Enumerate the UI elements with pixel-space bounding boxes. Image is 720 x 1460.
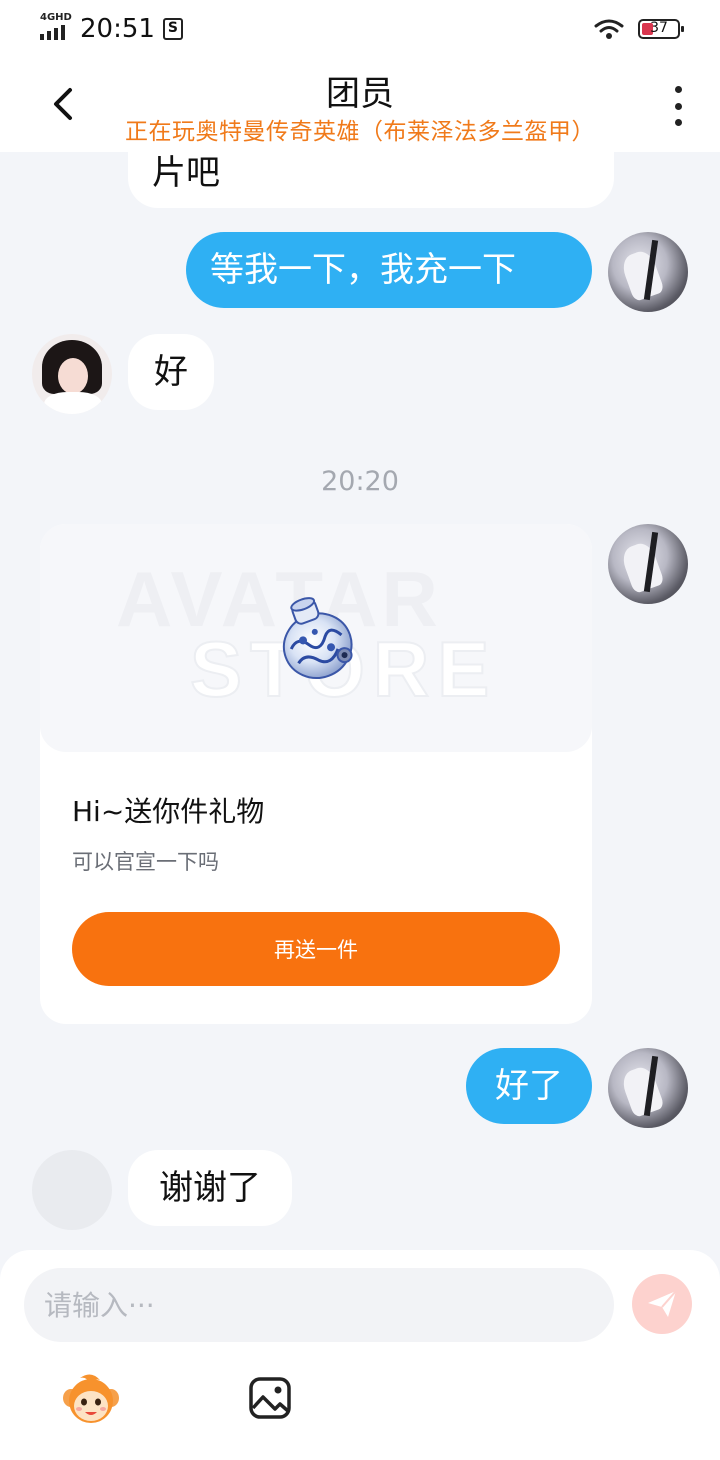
status-left: 4GHD 20:51 S [40,12,183,44]
chat-message-list[interactable]: 片吧 等我一下，我充一下 好 20:20 AVATAR STORE Hi~送你件… [0,152,720,1250]
more-icon-dot [674,119,682,126]
message-text: 好了 [495,1066,563,1106]
my-avatar[interactable] [608,524,688,604]
image-icon [249,1377,291,1419]
battery-level: 37 [650,20,668,36]
more-icon-dot [674,102,682,110]
gift-card[interactable]: AVATAR STORE Hi~送你件礼物 可以官宣一下吗 再送一件 [40,524,592,1024]
signal-icon: 4GHD [40,12,72,42]
emoji-mascot-icon [63,1374,119,1423]
message-bubble-received[interactable]: 谢谢了 [128,1150,292,1226]
more-icon-dot [674,86,682,93]
status-bar: 4GHD 20:51 S 37 [0,0,720,58]
message-bubble-sent[interactable]: 等我一下，我充一下 [186,232,592,308]
message-text: 谢谢了 [159,1168,261,1208]
chat-title: 团员 [326,74,394,114]
sim-icon: S [162,18,183,40]
message-text: 好 [154,352,188,392]
contact-avatar[interactable] [32,152,112,200]
image-picker-button[interactable] [248,1376,292,1420]
status-right: 37 [594,18,684,40]
message-timestamp: 20:20 [321,466,399,497]
input-panel [0,1250,720,1460]
message-text: 等我一下，我充一下 [210,250,516,290]
emoji-button[interactable] [62,1372,120,1426]
my-avatar[interactable] [608,232,688,312]
wifi-icon [594,18,624,40]
contact-avatar[interactable] [32,334,112,414]
message-bubble-received[interactable]: 好 [128,334,214,410]
gift-title: Hi~送你件礼物 [72,795,265,828]
gift-message: 可以官宣一下吗 [72,850,219,874]
message-bubble-sent[interactable]: 好了 [466,1048,592,1124]
gift-image: AVATAR STORE [40,524,592,752]
network-type: 4GHD [40,12,72,23]
send-button[interactable] [632,1274,692,1334]
status-time: 20:51 [80,14,155,44]
send-another-gift-button[interactable]: 再送一件 [72,912,560,986]
chat-header: 团员 正在玩奥特曼传奇英雄（布莱泽法多兰盔甲） [0,58,720,152]
my-avatar[interactable] [608,1048,688,1128]
send-icon [648,1290,677,1317]
chat-status-subtitle: 正在玩奥特曼传奇英雄（布莱泽法多兰盔甲） [125,119,595,145]
message-bubble-received[interactable]: 片吧 [128,152,614,208]
battery-icon: 37 [638,19,684,39]
contact-avatar[interactable] [32,1150,112,1230]
message-input[interactable] [24,1268,614,1342]
more-options-button[interactable] [670,86,686,126]
message-text: 片吧 [152,153,220,193]
